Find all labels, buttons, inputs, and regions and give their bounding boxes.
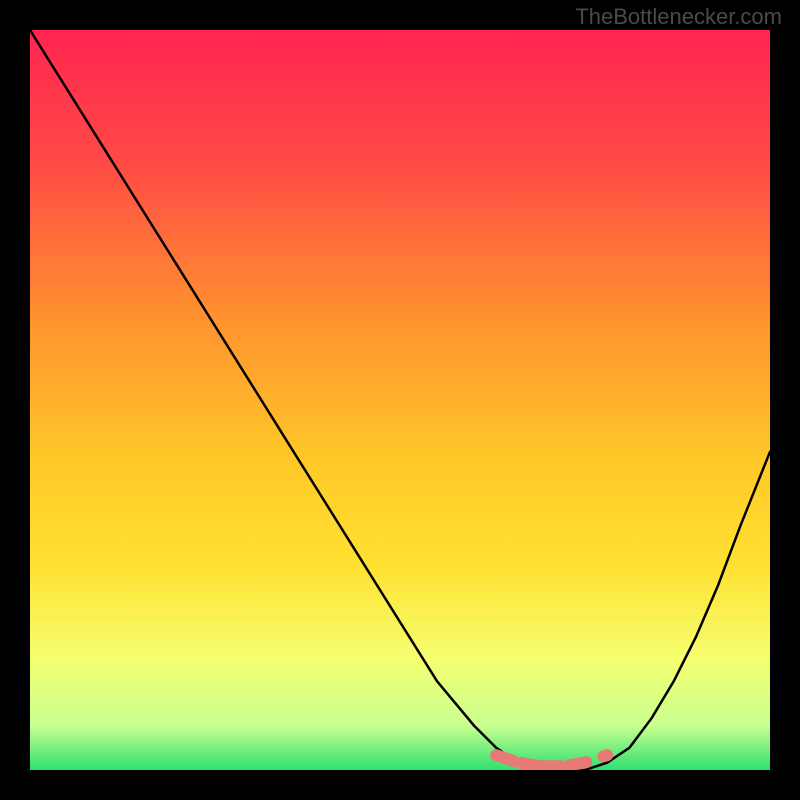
chart-svg: [30, 30, 770, 770]
watermark-text: TheBottlenecker.com: [575, 4, 782, 30]
chart-plot-area: [30, 30, 770, 770]
gradient-background: [30, 30, 770, 770]
